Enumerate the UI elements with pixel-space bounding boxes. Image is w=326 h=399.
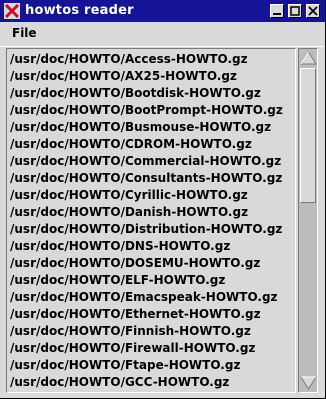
- list-item[interactable]: /usr/doc/HOWTO/Busmouse-HOWTO.gz: [10, 119, 271, 136]
- list-item[interactable]: /usr/doc/HOWTO/Ethernet-HOWTO.gz: [10, 306, 261, 323]
- list-item[interactable]: /usr/doc/HOWTO/Commercial-HOWTO.gz: [10, 153, 281, 170]
- app-window: howtos reader File /usr/doc/HOWTO/Access…: [0, 0, 326, 399]
- list-item[interactable]: /usr/doc/HOWTO/Firewall-HOWTO.gz: [10, 340, 255, 357]
- maximize-button[interactable]: [288, 4, 302, 18]
- list-item[interactable]: /usr/doc/HOWTO/DOSEMU-HOWTO.gz: [10, 255, 260, 272]
- close-button[interactable]: [306, 4, 320, 18]
- x-logo-icon[interactable]: [4, 3, 20, 19]
- menu-file[interactable]: File: [12, 26, 37, 40]
- list-item[interactable]: /usr/doc/HOWTO/Access-HOWTO.gz: [10, 51, 248, 68]
- list-item[interactable]: /usr/doc/HOWTO/Distribution-HOWTO.gz: [10, 221, 282, 238]
- scroll-down-button[interactable]: [300, 375, 317, 391]
- list-item[interactable]: /usr/doc/HOWTO/Danish-HOWTO.gz: [10, 204, 248, 221]
- list-item[interactable]: /usr/doc/HOWTO/Cyrillic-HOWTO.gz: [10, 187, 248, 204]
- list-item[interactable]: /usr/doc/HOWTO/Emacspeak-HOWTO.gz: [10, 289, 278, 306]
- list-item[interactable]: /usr/doc/HOWTO/ELF-HOWTO.gz: [10, 272, 225, 289]
- list-item[interactable]: /usr/doc/HOWTO/DNS-HOWTO.gz: [10, 238, 230, 255]
- list-item[interactable]: /usr/doc/HOWTO/Finnish-HOWTO.gz: [10, 323, 251, 340]
- list-item[interactable]: /usr/doc/HOWTO/GCC-HOWTO.gz: [10, 374, 229, 391]
- title-bar[interactable]: howtos reader: [0, 0, 325, 22]
- maximize-icon: [290, 6, 300, 16]
- list-item[interactable]: /usr/doc/HOWTO/AX25-HOWTO.gz: [10, 68, 237, 85]
- list-item[interactable]: /usr/doc/HOWTO/Consultants-HOWTO.gz: [10, 170, 282, 187]
- list-item[interactable]: /usr/doc/HOWTO/BootPrompt-HOWTO.gz: [10, 102, 283, 119]
- scroll-thumb[interactable]: [300, 68, 316, 203]
- list-item[interactable]: /usr/doc/HOWTO/Ftape-HOWTO.gz: [10, 357, 240, 374]
- window-title: howtos reader: [25, 3, 134, 18]
- close-icon: [308, 6, 318, 16]
- menu-bar: File: [0, 22, 325, 47]
- howto-list[interactable]: /usr/doc/HOWTO/Access-HOWTO.gz /usr/doc/…: [6, 48, 296, 393]
- minimize-button[interactable]: [270, 4, 284, 18]
- list-item[interactable]: /usr/doc/HOWTO/CDROM-HOWTO.gz: [10, 136, 252, 153]
- list-item[interactable]: /usr/doc/HOWTO/Bootdisk-HOWTO.gz: [10, 85, 261, 102]
- minimize-icon: [273, 13, 281, 15]
- scroll-up-button[interactable]: [300, 50, 317, 66]
- vertical-scrollbar[interactable]: [298, 48, 318, 393]
